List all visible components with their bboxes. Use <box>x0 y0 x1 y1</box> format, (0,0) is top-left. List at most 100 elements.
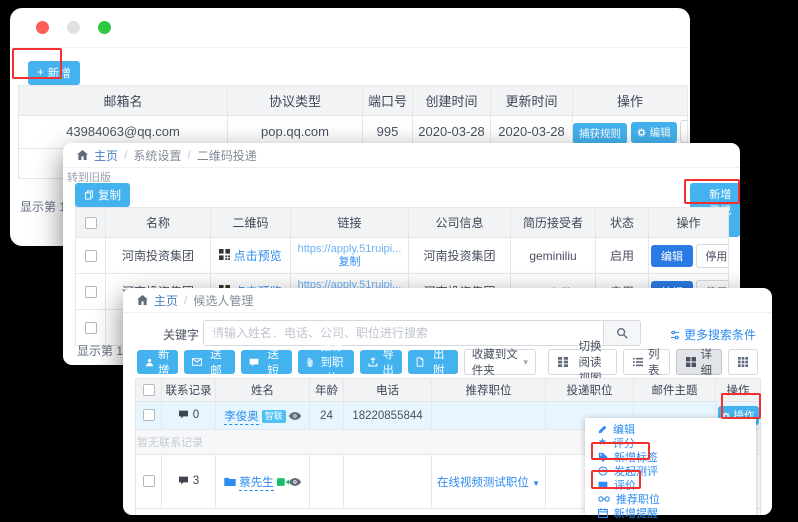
contact-count-cell: 3 <box>162 455 216 509</box>
list-icon <box>633 357 643 367</box>
select-all-checkbox[interactable] <box>85 217 97 229</box>
maximize-window-dot[interactable] <box>98 21 111 34</box>
annotation-box-add-tag <box>591 442 650 460</box>
detail-view-button[interactable]: 详细 <box>676 349 723 375</box>
copy-label: 复制 <box>98 187 121 203</box>
row-checkbox[interactable] <box>143 475 155 487</box>
col-phone: 电话 <box>344 379 432 402</box>
copy-button[interactable]: 复制 <box>75 183 130 207</box>
folder-icon[interactable] <box>224 477 236 486</box>
company-cell: 河南投资集团 <box>409 238 511 274</box>
breadcrumb-home[interactable]: 主页 <box>154 292 178 309</box>
recommended-job-link[interactable]: 在线视频测试职位 ▼ <box>437 477 540 489</box>
export-icon <box>368 357 378 367</box>
breadcrumb-separator: / <box>187 148 190 162</box>
col-name: 姓名 <box>216 379 310 402</box>
eye-icon[interactable] <box>289 412 301 420</box>
status-cell: 启用 <box>596 238 649 274</box>
speech-bubble-icon <box>178 476 189 485</box>
row-select-cell <box>136 455 162 509</box>
send-email-button[interactable]: 发送邮件 <box>184 350 235 374</box>
col-recommended-job: 推荐职位 <box>432 379 546 402</box>
copy-icon <box>84 190 94 200</box>
apply-url-link[interactable]: https://apply.51ruipi... <box>293 243 406 256</box>
folder-select-value: 收藏到文件夹 <box>472 346 524 378</box>
row-checkbox[interactable] <box>143 409 155 421</box>
card-view-button[interactable] <box>728 349 758 375</box>
contact-count: 0 <box>193 409 199 421</box>
breadcrumb-home[interactable]: 主页 <box>94 147 118 164</box>
close-window-dot[interactable] <box>36 21 49 34</box>
candidate-name-link[interactable]: 李俊奥 <box>224 411 259 425</box>
col-qrcode: 二维码 <box>211 208 291 238</box>
copy-url-link[interactable]: 复制 <box>293 256 406 269</box>
delete-mailbox-button[interactable]: 删除 <box>680 120 687 143</box>
list-view-button[interactable]: 列表 <box>623 349 670 375</box>
breadcrumb: 主页 / 系统设置 / 二维码投递 <box>63 143 740 168</box>
contact-records-button[interactable]: 3 <box>178 475 199 487</box>
candidate-name-link[interactable]: 蔡先生 <box>239 477 274 491</box>
speech-bubble-icon <box>178 410 189 419</box>
capture-rules-button[interactable]: 捕获规则 <box>573 123 627 144</box>
row-checkbox[interactable] <box>85 286 97 298</box>
eye-icon[interactable] <box>289 478 301 486</box>
breadcrumb-qr-delivery: 二维码投递 <box>197 147 257 164</box>
folder-select[interactable]: 收藏到文件夹 ▾ <box>464 349 536 375</box>
annotation-box-add-registration <box>684 179 740 204</box>
qr-preview-link[interactable]: 点击预览 <box>234 249 282 263</box>
row-checkbox[interactable] <box>85 322 97 334</box>
envelope-icon <box>192 358 202 366</box>
col-applied-job: 投递职位 <box>546 379 634 402</box>
paperclip-icon <box>306 357 314 368</box>
edit-mailbox-button[interactable]: 编辑 <box>631 122 677 143</box>
col-actions: 操作 <box>573 86 688 116</box>
select-all-checkbox[interactable] <box>143 384 155 396</box>
switch-reading-view-button[interactable]: 切换阅读视图 <box>548 349 617 375</box>
contact-records-button[interactable]: 0 <box>178 409 199 421</box>
export-label: 导出 <box>382 346 394 378</box>
filter-icon <box>670 330 680 340</box>
annotation-box-comment <box>591 470 641 489</box>
breadcrumb-separator: / <box>184 293 187 307</box>
breadcrumb-candidates: 候选人管理 <box>193 292 253 309</box>
menu-item-add-reminder[interactable]: 新增提醒 <box>585 506 756 520</box>
video-icon[interactable] <box>277 478 289 486</box>
export-button[interactable]: 导出 <box>360 350 402 374</box>
mailbox-table-header: 邮箱名 协议类型 端口号 创建时间 更新时间 操作 <box>19 86 688 116</box>
minimize-window-dot[interactable] <box>67 21 80 34</box>
disable-button[interactable]: 停用 <box>696 244 728 268</box>
row-select-cell <box>76 238 106 274</box>
breadcrumb: 主页 / 候选人管理 <box>123 288 772 313</box>
select-all-cell <box>76 208 106 238</box>
col-mail-subject: 邮件主题 <box>634 379 716 402</box>
col-updated: 更新时间 <box>491 86 573 116</box>
home-icon <box>137 295 148 305</box>
file-icon <box>416 357 424 367</box>
export-attachments-button[interactable]: 导出附件 <box>408 350 458 374</box>
qr-cell: 点击预览 <box>211 238 291 274</box>
edit-button[interactable]: 编辑 <box>651 245 693 267</box>
contact-count-cell: 0 <box>162 402 216 430</box>
name-cell: 李俊奥智联 <box>216 402 310 430</box>
breadcrumb-system-settings[interactable]: 系统设置 <box>133 147 181 164</box>
more-search-filters-link[interactable]: 更多搜索条件 <box>670 326 756 343</box>
add-candidate-button[interactable]: 新增 <box>137 350 178 374</box>
chevron-down-icon: ▾ <box>523 357 528 368</box>
add-candidate-label: 新增 <box>158 346 170 378</box>
send-sms-button[interactable]: 发送短信 <box>241 350 292 374</box>
actions-cell: 编辑 停用 <box>649 238 729 274</box>
col-company: 公司信息 <box>409 208 511 238</box>
col-status: 状态 <box>596 208 649 238</box>
col-link: 链接 <box>291 208 409 238</box>
search-button[interactable] <box>603 320 641 346</box>
candidates-table-header: 联系记录 姓名 年龄 电话 推荐职位 投递职位 邮件主题 操作 <box>136 379 761 402</box>
row-checkbox[interactable] <box>85 250 97 262</box>
recommend-to-job-button[interactable]: 推荐到职位 <box>298 350 355 374</box>
menu-item-recommend-job[interactable]: 推荐职位 <box>585 492 756 506</box>
row-select-cell <box>76 274 106 310</box>
link-cell: https://apply.51ruipi... 复制 <box>291 238 409 274</box>
small-grid-icon <box>738 357 748 367</box>
menu-item-edit[interactable]: 编辑 <box>585 422 756 436</box>
annotation-box-row-actions <box>721 393 761 419</box>
recommended-job-cell: 在线视频测试职位 ▼ <box>432 455 546 509</box>
